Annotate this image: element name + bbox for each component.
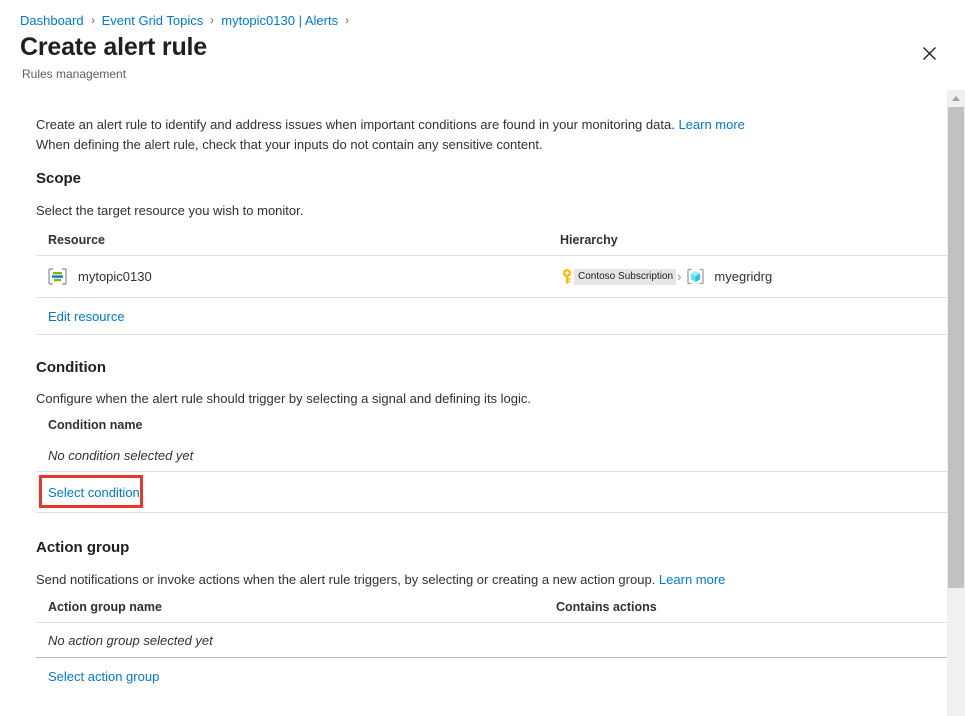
- vertical-scrollbar[interactable]: [947, 90, 965, 716]
- scope-row-hierarchy-cell: Contoso Subscription › myegridrg: [560, 268, 772, 285]
- breadcrumb: Dashboard › Event Grid Topics › mytopic0…: [20, 10, 356, 30]
- action-group-description-text: Send notifications or invoke actions whe…: [36, 572, 655, 587]
- scrollbar-thumb[interactable]: [948, 107, 964, 588]
- breadcrumb-separator-icon: ›: [345, 13, 349, 27]
- breadcrumb-separator-icon: ›: [91, 13, 95, 27]
- create-alert-rule-form: Create an alert rule to identify and add…: [0, 90, 947, 716]
- scope-column-resource: Resource: [48, 233, 560, 247]
- scope-description: Select the target resource you wish to m…: [36, 203, 303, 218]
- scope-row-resource-cell: mytopic0130: [48, 268, 560, 285]
- action-group-select-row: Select action group: [36, 658, 947, 694]
- edit-resource-link[interactable]: Edit resource: [48, 309, 125, 324]
- condition-heading: Condition: [36, 359, 106, 376]
- action-group-column-name: Action group name: [48, 600, 556, 614]
- intro-learn-more-link[interactable]: Learn more: [678, 117, 744, 132]
- event-grid-topic-icon: [48, 268, 67, 285]
- scope-subscription-name: Contoso Subscription: [574, 269, 676, 285]
- scroll-up-arrow-icon: [952, 96, 960, 101]
- condition-description: Configure when the alert rule should tri…: [36, 391, 531, 406]
- page-subtitle: Rules management: [22, 67, 126, 81]
- condition-table: Condition name No condition selected yet…: [36, 418, 947, 513]
- scope-table-bottom-divider: [36, 334, 947, 335]
- scroll-up-button[interactable]: [947, 90, 965, 107]
- condition-column-name: Condition name: [48, 418, 142, 432]
- action-group-heading: Action group: [36, 539, 129, 556]
- action-group-empty-value: No action group selected yet: [48, 633, 213, 648]
- table-row: No action group selected yet: [36, 623, 947, 657]
- action-group-description: Send notifications or invoke actions whe…: [36, 572, 916, 587]
- table-row[interactable]: mytopic0130 Contoso Subscription ›: [36, 256, 947, 297]
- scope-edit-resource-row: Edit resource: [36, 298, 947, 334]
- select-condition-link[interactable]: Select condition: [48, 485, 140, 500]
- intro-line-2: When defining the alert rule, check that…: [36, 137, 543, 152]
- hierarchy-separator-icon: ›: [677, 269, 681, 284]
- intro-text: Create an alert rule to identify and add…: [36, 115, 916, 155]
- resource-group-icon: [686, 268, 705, 285]
- action-group-table: Action group name Contains actions No ac…: [36, 600, 947, 694]
- condition-table-header: Condition name: [36, 418, 947, 440]
- close-button[interactable]: [914, 38, 944, 68]
- breadcrumb-item-dashboard[interactable]: Dashboard: [20, 13, 84, 28]
- condition-empty-value: No condition selected yet: [48, 448, 193, 463]
- action-group-column-contains: Contains actions: [556, 600, 657, 614]
- breadcrumb-separator-icon: ›: [210, 13, 214, 27]
- scope-table-header: Resource Hierarchy: [36, 233, 947, 255]
- table-row: No condition selected yet: [36, 440, 947, 471]
- select-action-group-link[interactable]: Select action group: [48, 669, 159, 684]
- breadcrumb-item-mytopic-alerts[interactable]: mytopic0130 | Alerts: [221, 13, 338, 28]
- intro-line-1: Create an alert rule to identify and add…: [36, 117, 675, 132]
- action-group-table-header: Action group name Contains actions: [36, 600, 947, 622]
- key-icon: [560, 268, 574, 285]
- scope-column-hierarchy: Hierarchy: [560, 233, 618, 247]
- scope-resource-group-name: myegridrg: [714, 269, 772, 284]
- condition-select-row: Select condition: [36, 472, 947, 512]
- condition-table-bottom-divider: [36, 512, 947, 513]
- scope-table: Resource Hierarchy mytopic0130: [36, 233, 947, 335]
- breadcrumb-item-event-grid-topics[interactable]: Event Grid Topics: [102, 13, 204, 28]
- close-icon: [923, 47, 936, 60]
- scope-resource-name: mytopic0130: [78, 269, 152, 284]
- action-group-learn-more-link[interactable]: Learn more: [659, 572, 725, 587]
- page-title: Create alert rule: [20, 33, 207, 62]
- scope-heading: Scope: [36, 170, 81, 187]
